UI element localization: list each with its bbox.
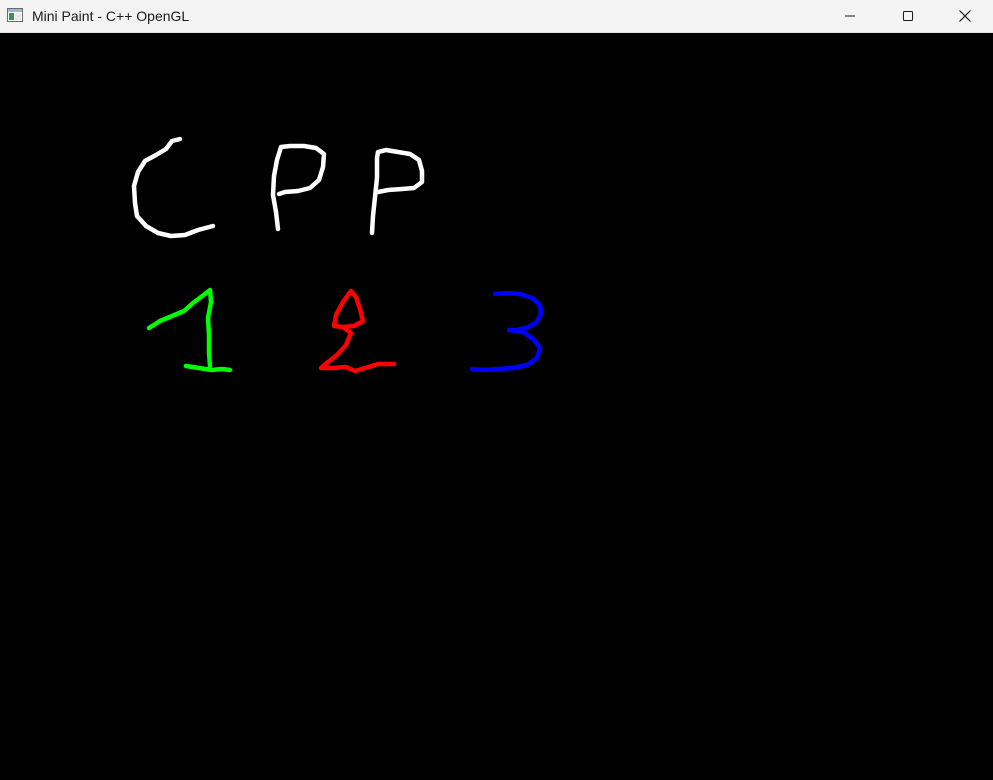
close-icon (958, 9, 972, 23)
maximize-button[interactable] (879, 0, 937, 32)
stroke-letter-p-second (369, 147, 425, 236)
stroke-digit-3 (469, 290, 544, 373)
stroke-letter-c (131, 136, 216, 239)
maximize-icon (902, 10, 914, 22)
stroke-digit-1 (146, 287, 233, 373)
app-window: Mini Paint - C++ OpenGL (0, 0, 993, 780)
minimize-icon (844, 10, 856, 22)
drawing-canvas[interactable] (0, 33, 993, 780)
close-button[interactable] (937, 0, 993, 32)
stroke-letter-p-first (270, 143, 327, 232)
minimize-button[interactable] (821, 0, 879, 32)
window-title: Mini Paint - C++ OpenGL (32, 8, 190, 24)
stroke-digit-2 (318, 288, 397, 374)
title-bar[interactable]: Mini Paint - C++ OpenGL (0, 0, 993, 33)
app-icon[interactable] (7, 8, 23, 22)
